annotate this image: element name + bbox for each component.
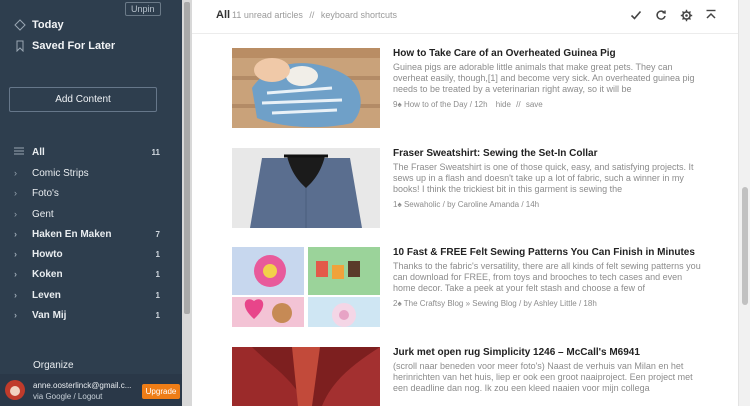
collapse-icon[interactable] [704, 8, 718, 22]
article-item[interactable]: How to Take Care of an Overheated Guinea… [232, 48, 708, 128]
header-separator: // [309, 10, 315, 20]
flame-icon: ♠ [397, 299, 402, 308]
save-link[interactable]: save [526, 100, 543, 109]
feed-label: Howto [32, 248, 63, 260]
sidebar-item-gent[interactable]: › Gent [14, 206, 160, 222]
sidebar-item-today[interactable]: Today [14, 17, 64, 33]
sidebar-item-koken[interactable]: › Koken 1 [14, 266, 160, 282]
today-icon [14, 19, 26, 31]
article-thumbnail[interactable] [232, 247, 380, 327]
article-meta: 1♠ Sewaholic / by Caroline Amanda / 14h [393, 200, 539, 209]
feed-count: 7 [155, 229, 160, 239]
flame-icon: ♠ [397, 200, 402, 209]
chevron-right-icon: › [14, 310, 17, 320]
avatar[interactable] [5, 380, 25, 400]
feed-label: All [32, 146, 45, 158]
chevron-right-icon: › [14, 209, 17, 219]
feed-label: Haken En Maken [32, 228, 112, 240]
feed-label: Gent [32, 208, 54, 220]
article-meta: 9♠ How to of the Day / 12h hide // save [393, 100, 543, 109]
article-excerpt: (scroll naar beneden voor meer foto's) N… [393, 361, 693, 393]
article-source[interactable]: Sewaholic / by Caroline Amanda / 14h [404, 200, 539, 209]
upgrade-button[interactable]: Upgrade [142, 384, 180, 399]
article-title[interactable]: Fraser Sweatshirt: Sewing the Set-In Col… [393, 148, 713, 159]
feed-count: 1 [155, 310, 160, 320]
main-scrollbar-thumb[interactable] [742, 187, 748, 305]
chevron-right-icon: › [14, 249, 17, 259]
main-scrollbar[interactable] [738, 0, 750, 406]
flame-icon: ♠ [397, 100, 402, 109]
account-bar: anne.oosterlinck@gmail.c... via Google /… [0, 374, 182, 406]
sidebar-item-howto[interactable]: › Howto 1 [14, 246, 160, 262]
sidebar-item-fotos[interactable]: › Foto's [14, 185, 160, 201]
sidebar-scrollbar[interactable] [182, 0, 192, 406]
article-item[interactable]: 10 Fast & FREE Felt Sewing Patterns You … [232, 247, 708, 327]
stream-header: All 11 unread articles // keyboard short… [192, 0, 738, 34]
organize-link[interactable]: Organize [33, 360, 74, 371]
sidebar-item-saved[interactable]: Saved For Later [14, 38, 115, 54]
feed-label: Foto's [32, 187, 59, 199]
sidebar-item-haken-en-maken[interactable]: › Haken En Maken 7 [14, 226, 160, 242]
keyboard-shortcuts-link[interactable]: keyboard shortcuts [321, 10, 397, 20]
check-icon[interactable] [629, 8, 643, 22]
feed-count: 1 [155, 290, 160, 300]
article-excerpt: Thanks to the fabric's versatility, ther… [393, 261, 701, 293]
article-thumbnail[interactable] [232, 347, 380, 406]
article-title[interactable]: How to Take Care of an Overheated Guinea… [393, 48, 713, 59]
feed-label: Koken [32, 268, 63, 280]
sidebar-item-leven[interactable]: › Leven 1 [14, 287, 160, 303]
chevron-right-icon: › [14, 168, 17, 178]
article-title[interactable]: Jurk met open rug Simplicity 1246 – McCa… [393, 347, 713, 358]
sidebar: Unpin Today Saved For Later Add Content … [0, 0, 182, 406]
add-content-button[interactable]: Add Content [9, 87, 157, 112]
feed-count: 1 [155, 269, 160, 279]
sidebar-item-label: Today [32, 19, 64, 31]
chevron-right-icon: › [14, 229, 17, 239]
article-title[interactable]: 10 Fast & FREE Felt Sewing Patterns You … [393, 247, 713, 258]
feed-label: Van Mij [32, 309, 67, 321]
unread-count: 11 unread articles [232, 10, 303, 20]
feed-count: 1 [155, 249, 160, 259]
article-source[interactable]: The Craftsy Blog » Sewing Blog / by Ashl… [404, 299, 597, 308]
article-item[interactable]: Jurk met open rug Simplicity 1246 – McCa… [232, 347, 708, 406]
refresh-icon[interactable] [654, 8, 668, 22]
chevron-right-icon: › [14, 290, 17, 300]
sidebar-scrollbar-thumb[interactable] [184, 2, 190, 314]
hide-link[interactable]: hide [496, 100, 511, 109]
article-thumbnail[interactable] [232, 48, 380, 128]
account-logout-link[interactable]: via Google / Logout [33, 392, 102, 401]
chevron-right-icon: › [14, 269, 17, 279]
page-title: All [216, 9, 231, 21]
article-excerpt: The Fraser Sweatshirt is one of those qu… [393, 162, 694, 194]
gear-icon[interactable] [679, 8, 693, 22]
article-item[interactable]: Fraser Sweatshirt: Sewing the Set-In Col… [232, 148, 708, 228]
feed-label: Leven [32, 289, 61, 301]
unpin-button[interactable]: Unpin [125, 2, 161, 16]
feed-label: Comic Strips [32, 167, 89, 179]
article-excerpt: Guinea pigs are adorable little animals … [393, 62, 695, 94]
sidebar-item-van-mij[interactable]: › Van Mij 1 [14, 307, 160, 323]
sidebar-item-comic-strips[interactable]: › Comic Strips [14, 165, 160, 181]
account-email: anne.oosterlinck@gmail.c... [33, 381, 132, 390]
article-source[interactable]: How to of the Day / 12h [404, 100, 488, 109]
article-meta: 2♠ The Craftsy Blog » Sewing Blog / by A… [393, 299, 597, 308]
sidebar-item-all[interactable]: All 11 [14, 144, 160, 160]
article-thumbnail[interactable] [232, 148, 380, 228]
chevron-right-icon: › [14, 188, 17, 198]
list-icon [14, 147, 26, 157]
bookmark-icon [14, 40, 26, 52]
sidebar-item-label: Saved For Later [32, 40, 116, 52]
header-meta: 11 unread articles // keyboard shortcuts [232, 10, 397, 20]
feed-count: 11 [151, 147, 160, 157]
